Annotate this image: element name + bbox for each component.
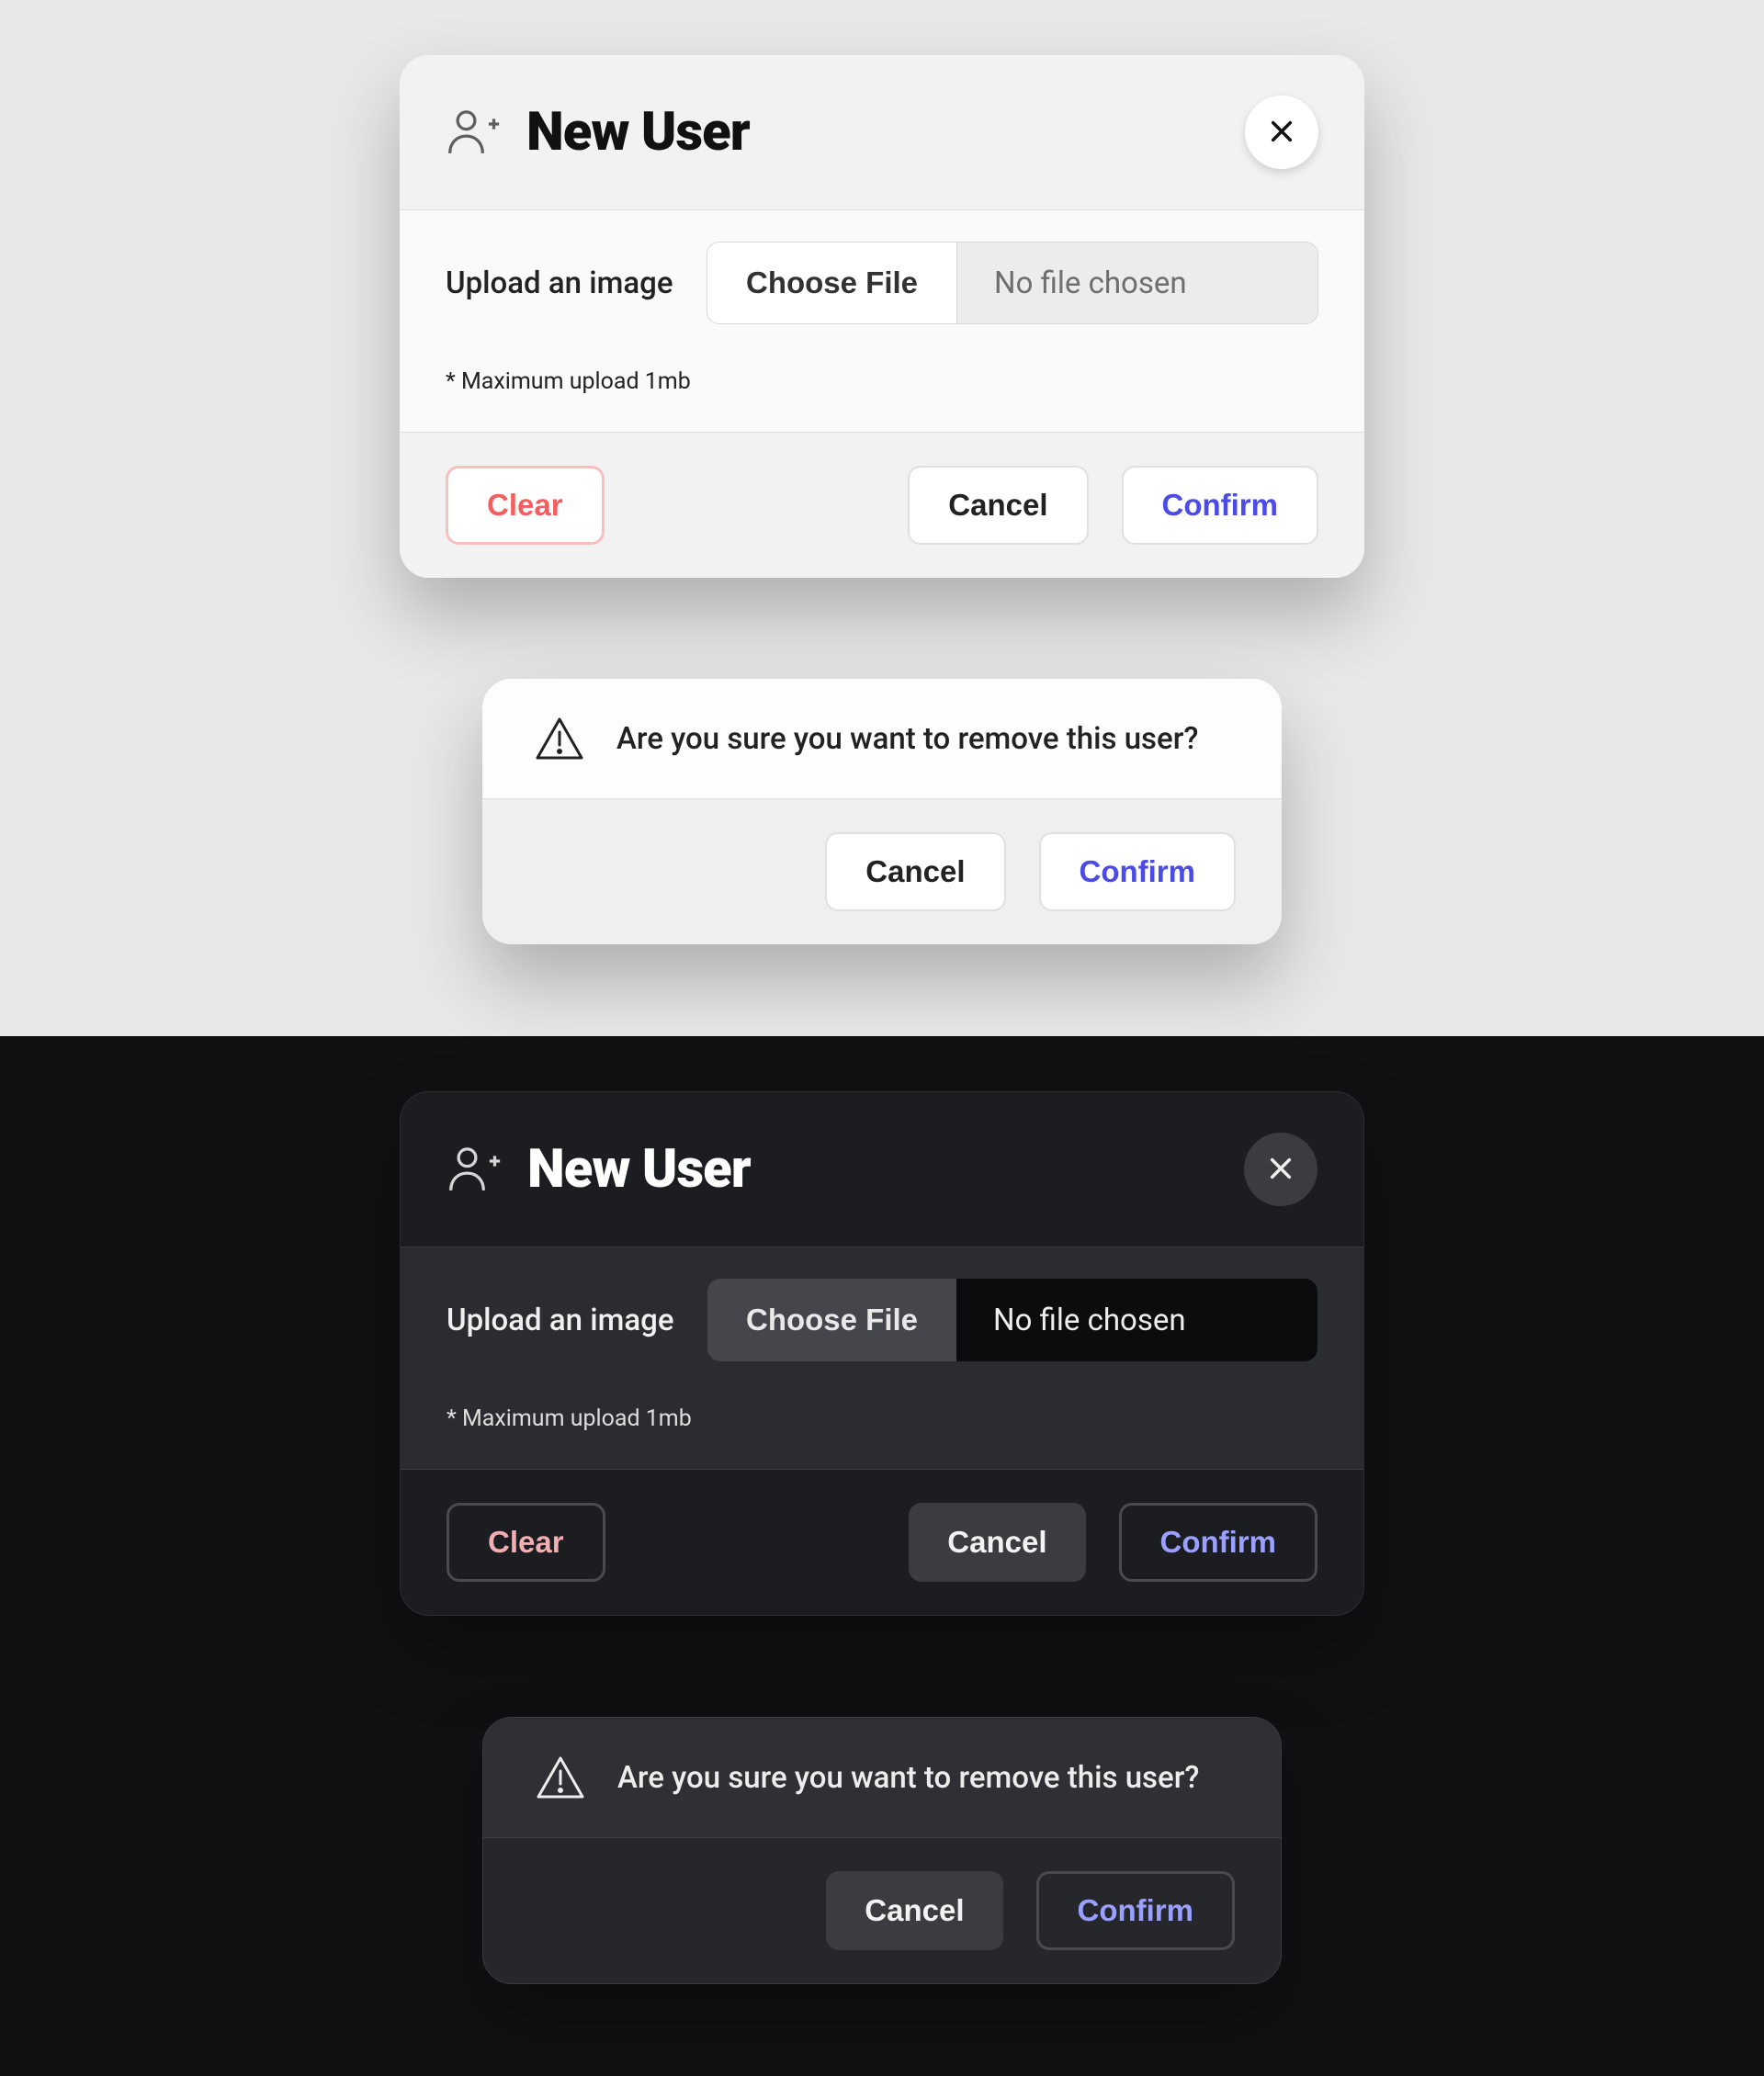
confirm-footer: Cancel Confirm: [483, 1838, 1281, 1983]
confirm-footer: Cancel Confirm: [482, 799, 1282, 944]
file-input: Choose File No file chosen: [707, 1279, 1317, 1361]
modal-body: Upload an image Choose File No file chos…: [400, 210, 1364, 433]
file-status-text: No file chosen: [956, 1279, 1317, 1361]
confirm-button[interactable]: Confirm: [1039, 832, 1237, 911]
modal-title: New User: [527, 1138, 1218, 1201]
upload-row: Upload an image Choose File No file chos…: [446, 242, 1318, 324]
upload-label: Upload an image: [446, 265, 675, 301]
remove-user-modal-dark: Are you sure you want to remove this use…: [482, 1717, 1282, 1984]
warning-icon: [535, 1754, 586, 1800]
clear-button[interactable]: Clear: [447, 1503, 605, 1582]
clear-button[interactable]: Clear: [446, 466, 605, 545]
choose-file-button[interactable]: Choose File: [707, 1279, 956, 1361]
upload-label: Upload an image: [447, 1303, 676, 1338]
remove-user-modal: Are you sure you want to remove this use…: [482, 679, 1282, 944]
modal-header: New User: [400, 55, 1364, 210]
upload-hint: * Maximum upload 1mb: [446, 368, 1318, 395]
cancel-button[interactable]: Cancel: [825, 832, 1005, 911]
upload-row: Upload an image Choose File No file chos…: [447, 1279, 1317, 1361]
user-plus-icon: [446, 110, 501, 154]
confirm-header: Are you sure you want to remove this use…: [483, 1718, 1281, 1838]
warning-icon: [534, 716, 585, 762]
confirm-message: Are you sure you want to remove this use…: [617, 1760, 1199, 1796]
modal-footer: Clear Cancel Confirm: [401, 1470, 1363, 1615]
close-button[interactable]: [1244, 1133, 1317, 1206]
file-input: Choose File No file chosen: [707, 242, 1318, 324]
modal-title: New User: [526, 101, 1219, 164]
confirm-button[interactable]: Confirm: [1119, 1503, 1318, 1582]
cancel-button[interactable]: Cancel: [908, 466, 1088, 545]
file-status-text: No file chosen: [957, 243, 1317, 323]
confirm-button[interactable]: Confirm: [1036, 1871, 1236, 1950]
new-user-modal-dark: New User Upload an image Choose File No …: [400, 1091, 1364, 1616]
close-button[interactable]: [1245, 96, 1318, 169]
modal-header: New User: [401, 1092, 1363, 1247]
new-user-modal: New User Upload an image Choose File No …: [400, 55, 1364, 578]
upload-hint: * Maximum upload 1mb: [447, 1405, 1317, 1432]
close-icon: [1268, 1156, 1294, 1184]
confirm-button[interactable]: Confirm: [1122, 466, 1319, 545]
modal-body: Upload an image Choose File No file chos…: [401, 1247, 1363, 1470]
choose-file-button[interactable]: Choose File: [707, 243, 957, 323]
cancel-button[interactable]: Cancel: [826, 1871, 1002, 1950]
close-icon: [1269, 118, 1295, 147]
modal-footer: Clear Cancel Confirm: [400, 433, 1364, 578]
confirm-header: Are you sure you want to remove this use…: [482, 679, 1282, 799]
cancel-button[interactable]: Cancel: [909, 1503, 1085, 1582]
user-plus-icon: [447, 1147, 502, 1191]
confirm-message: Are you sure you want to remove this use…: [616, 721, 1198, 757]
